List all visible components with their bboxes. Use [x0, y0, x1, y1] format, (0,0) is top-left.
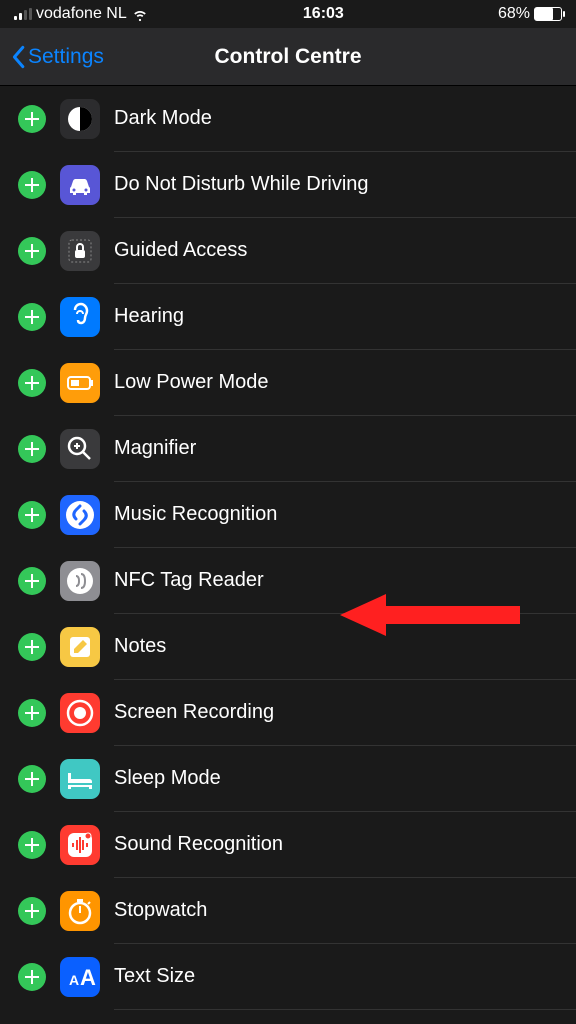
svg-text:A: A	[80, 965, 96, 990]
clock: 16:03	[149, 5, 498, 23]
controls-list: Dark Mode Do Not Disturb While Driving Gui…	[0, 86, 576, 1010]
list-item[interactable]: Sound Recognition	[0, 812, 576, 878]
status-bar: vodafone NL 16:03 68%	[0, 0, 576, 28]
list-item[interactable]: Low Power Mode	[0, 350, 576, 416]
nav-header: Settings Control Centre	[0, 28, 576, 86]
add-button[interactable]	[18, 237, 46, 265]
back-button[interactable]: Settings	[10, 45, 104, 69]
list-item[interactable]: Dark Mode	[0, 86, 576, 152]
add-button[interactable]	[18, 699, 46, 727]
add-button[interactable]	[18, 105, 46, 133]
textsize-icon: AA	[60, 957, 100, 997]
list-item[interactable]: Stopwatch	[0, 878, 576, 944]
add-button[interactable]	[18, 831, 46, 859]
list-item[interactable]: Music Recognition	[0, 482, 576, 548]
bed-icon	[60, 759, 100, 799]
page-title: Control Centre	[215, 45, 362, 69]
wave-icon	[60, 825, 100, 865]
list-item[interactable]: AA Text Size	[0, 944, 576, 1010]
item-label: Sleep Mode	[114, 767, 221, 790]
item-label: Notes	[114, 635, 166, 658]
list-item[interactable]: Sleep Mode	[0, 746, 576, 812]
item-label: Dark Mode	[114, 107, 212, 130]
list-item[interactable]: Guided Access	[0, 218, 576, 284]
add-button[interactable]	[18, 171, 46, 199]
add-button[interactable]	[18, 501, 46, 529]
back-label: Settings	[28, 45, 104, 69]
wifi-icon	[131, 5, 149, 23]
stopwatch-icon	[60, 891, 100, 931]
lock-icon	[60, 231, 100, 271]
list-item[interactable]: Do Not Disturb While Driving	[0, 152, 576, 218]
add-button[interactable]	[18, 435, 46, 463]
record-icon	[60, 693, 100, 733]
item-label: Sound Recognition	[114, 833, 283, 856]
shazam-icon	[60, 495, 100, 535]
notes-icon	[60, 627, 100, 667]
list-item[interactable]: Magnifier	[0, 416, 576, 482]
item-label: NFC Tag Reader	[114, 569, 264, 592]
add-button[interactable]	[18, 369, 46, 397]
highlight-arrow-icon	[340, 594, 520, 636]
add-button[interactable]	[18, 633, 46, 661]
battery-icon	[60, 363, 100, 403]
nfc-icon	[60, 561, 100, 601]
carrier-label: vodafone NL	[36, 5, 127, 23]
add-button[interactable]	[18, 897, 46, 925]
item-label: Screen Recording	[114, 701, 274, 724]
add-button[interactable]	[18, 567, 46, 595]
add-button[interactable]	[18, 963, 46, 991]
magnifier-icon	[60, 429, 100, 469]
item-label: Text Size	[114, 965, 195, 988]
item-label: Magnifier	[114, 437, 196, 460]
item-label: Stopwatch	[114, 899, 207, 922]
dark-mode-icon	[60, 99, 100, 139]
battery-icon	[534, 7, 562, 21]
item-label: Low Power Mode	[114, 371, 269, 394]
battery-pct: 68%	[498, 5, 530, 23]
signal-icon	[14, 8, 32, 20]
add-button[interactable]	[18, 303, 46, 331]
item-label: Guided Access	[114, 239, 247, 262]
list-item[interactable]: Screen Recording	[0, 680, 576, 746]
item-label: Do Not Disturb While Driving	[114, 173, 369, 196]
car-icon	[60, 165, 100, 205]
list-item[interactable]: Hearing	[0, 284, 576, 350]
item-label: Music Recognition	[114, 503, 277, 526]
svg-text:A: A	[69, 972, 79, 988]
add-button[interactable]	[18, 765, 46, 793]
item-label: Hearing	[114, 305, 184, 328]
ear-icon	[60, 297, 100, 337]
